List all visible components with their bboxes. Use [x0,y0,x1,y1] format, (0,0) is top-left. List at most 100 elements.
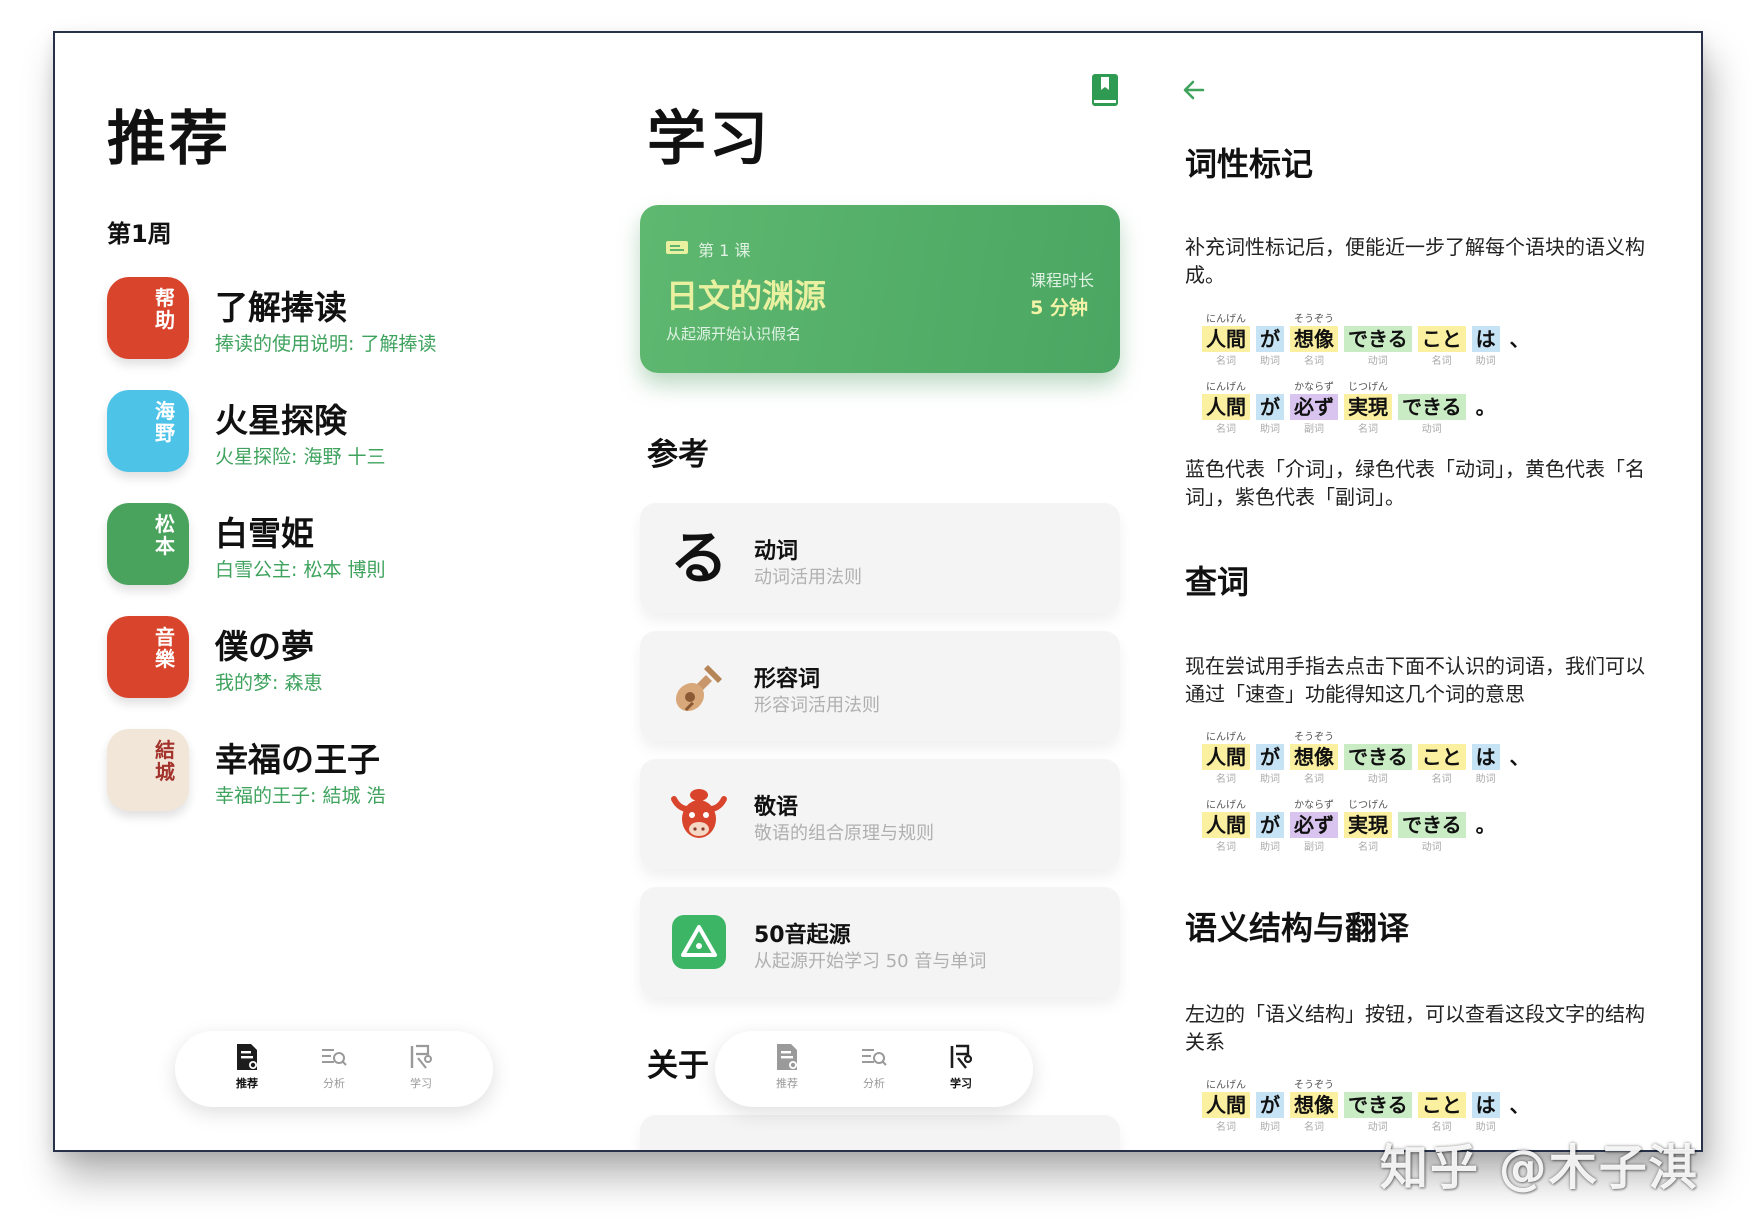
bookmark-icon[interactable] [1091,73,1119,107]
book-title: 了解捧读 [215,288,347,327]
tab-bar-left: 推荐 分析 学习 [175,1031,493,1107]
word-token[interactable]: できる 动词 [1344,313,1412,369]
word-token[interactable]: にんげん 人間 名词 [1202,381,1250,437]
course-card[interactable]: 第 1 课 日文的渊源 从起源开始认识假名 课程时长 5 分钟 [640,205,1120,373]
reference-title: 50音起源 [754,923,851,948]
word-token[interactable]: できる 动词 [1344,731,1412,787]
word-token[interactable]: そうぞう 想像 名词 [1290,1079,1338,1135]
word-token[interactable]: にんげん 人間 名词 [1202,731,1250,787]
recommend-doc-icon [777,1044,797,1070]
book-item[interactable]: 帮助 了解捧读 捧读的使用说明: 了解捧读 [107,277,567,363]
word-token[interactable]: できる 动词 [1344,1079,1412,1135]
word-text: 、 [1509,745,1530,769]
pos-label: 名词 [1216,774,1236,785]
pos-label: 名词 [1216,842,1236,853]
word-token[interactable]: にんげん 人間 名词 [1202,313,1250,369]
tab-analyze[interactable]: 分析 [844,1042,904,1091]
tab-learn[interactable]: 学习 [931,1042,991,1091]
word-token[interactable]: は助词 [1471,731,1500,787]
word-text: 人間 [1202,812,1250,838]
word-token[interactable]: できる 动词 [1398,799,1466,855]
pos-label: 名词 [1304,1122,1324,1133]
book-item[interactable]: 松本 白雪姫 白雪公主: 松本 博則 [107,503,567,589]
pos-label: 助词 [1260,424,1280,435]
word-token[interactable]: 、 [1506,1079,1534,1135]
word-token[interactable]: 、 [1506,731,1534,787]
word-text: 、 [1509,327,1530,351]
book-cover-icon: 帮助 [107,277,189,359]
ruby-reading: じつげん [1348,800,1388,811]
word-token[interactable]: じつげん 実現 名词 [1344,799,1392,855]
word-token[interactable]: じつげん 実現 名词 [1344,381,1392,437]
book-subtitle: 白雪公主: 松本 博則 [215,559,386,581]
pos-label: 名词 [1304,774,1324,785]
ruby-reading: にんげん [1206,382,1246,393]
word-token[interactable]: かならず 必ず 副词 [1290,799,1338,855]
word-text: こと [1417,744,1466,770]
word-token[interactable]: できる 动词 [1398,381,1466,437]
word-text: できる [1344,744,1412,770]
tab-label-analyze: 分析 [323,1077,345,1090]
tab-label-recommend: 推荐 [776,1077,798,1090]
pos-label: 名词 [1304,356,1324,367]
tab-learn[interactable]: 学习 [391,1042,451,1091]
lesson-tag-icon [666,239,688,255]
word-token[interactable]: 。 [1472,381,1500,437]
word-text: できる [1344,326,1412,352]
watermark-text: 知乎 @木子淇 [1380,1140,1699,1196]
reference-card-gojuon[interactable]: 50音起源 从起源开始学习 50 音与单词 [640,887,1120,997]
word-token[interactable]: が助词 [1256,381,1284,437]
word-token[interactable]: が助词 [1256,799,1284,855]
book-cover-icon: 結城 [107,729,189,811]
word-token[interactable]: 、 [1506,313,1534,369]
word-text: 人間 [1202,326,1250,352]
word-text: は [1471,744,1500,770]
word-text: 人間 [1202,1092,1250,1118]
word-text: が [1256,326,1284,352]
word-text: は [1471,1092,1500,1118]
word-token[interactable]: そうぞう 想像 名词 [1290,313,1338,369]
pos-label: 名词 [1431,356,1452,367]
word-token[interactable]: 。 [1472,799,1500,855]
word-text: 想像 [1290,744,1338,770]
tab-recommend[interactable]: 推荐 [217,1042,277,1091]
bull-mascot-icon [668,783,730,845]
pos-label: 助词 [1260,842,1280,853]
word-token[interactable]: は助词 [1471,313,1500,369]
book-item[interactable]: 音樂 僕の夢 我的梦: 森恵 [107,616,567,702]
word-token[interactable]: そうぞう 想像 名词 [1290,731,1338,787]
word-token[interactable]: にんげん 人間 名词 [1202,1079,1250,1135]
ruby-reading: かならず [1294,382,1334,393]
back-arrow-icon[interactable] [1179,75,1209,105]
word-text: 実現 [1344,394,1392,420]
word-text: 。 [1475,395,1496,419]
reference-card-honorific[interactable]: 敬语 敬语的组合原理与规则 [640,759,1120,869]
word-token[interactable]: にんげん 人間 名词 [1202,799,1250,855]
word-token[interactable]: こと 名词 [1417,313,1466,369]
guitar-icon [668,655,730,717]
book-subtitle: 火星探险: 海野 十三 [215,446,386,468]
semantic-description: 左边的「语义结构」按钮，可以查看这段文字的结构关系 [1185,1002,1645,1054]
book-item[interactable]: 海野 火星探険 火星探险: 海野 十三 [107,390,567,476]
word-token[interactable]: こと 名词 [1417,1079,1466,1135]
word-token[interactable]: が助词 [1256,1079,1284,1135]
word-token[interactable]: が助词 [1256,313,1284,369]
reference-subtitle: 动词活用法则 [754,567,862,588]
pos-label: 名词 [1216,1122,1236,1133]
word-text: 人間 [1202,394,1250,420]
word-text: 想像 [1290,1092,1338,1118]
word-token[interactable]: が助词 [1256,731,1284,787]
tab-bar-middle: 推荐 分析 学习 [715,1031,1033,1107]
book-item[interactable]: 結城 幸福の王子 幸福的王子: 結城 浩 [107,729,567,815]
book-cover-icon: 音樂 [107,616,189,698]
reference-card-verb[interactable]: る 动词 动词活用法则 [640,503,1120,613]
tab-analyze[interactable]: 分析 [304,1042,364,1091]
reference-card-adjective[interactable]: 形容词 形容词活用法则 [640,631,1120,741]
word-token[interactable]: こと 名词 [1417,731,1466,787]
tab-recommend[interactable]: 推荐 [757,1042,817,1091]
word-text: できる [1398,812,1466,838]
learn-book-icon [950,1044,973,1069]
word-token[interactable]: かならず 必ず 副词 [1290,381,1338,437]
pos-label: 动词 [1367,774,1388,785]
word-token[interactable]: は助词 [1471,1079,1500,1135]
